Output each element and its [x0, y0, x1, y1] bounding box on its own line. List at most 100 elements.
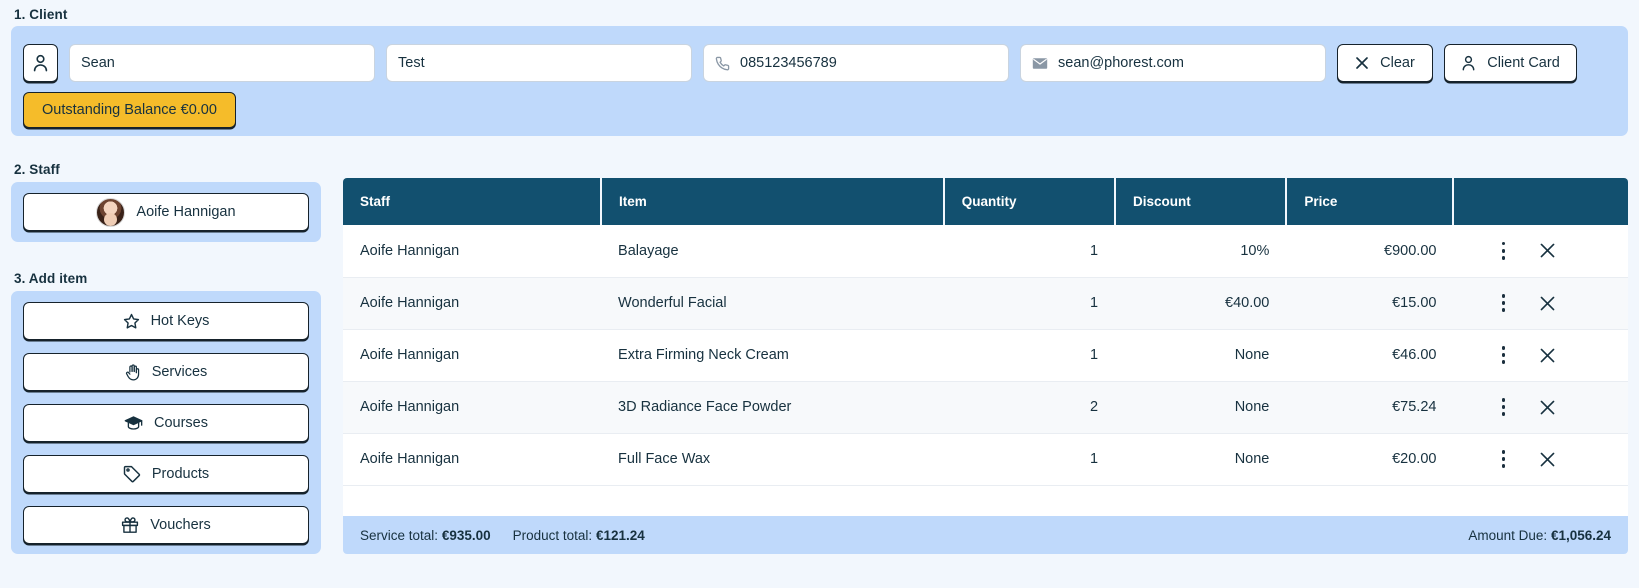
cell-item: 3D Radiance Face Powder [601, 381, 944, 434]
client-fields-row: Sean Test 085123456789 sean@phorest.com … [23, 44, 1577, 82]
service-total: Service total: €935.00 [360, 528, 491, 543]
add-item-button-services[interactable]: Services [23, 353, 309, 391]
amount-due: Amount Due: €1,056.24 [1468, 528, 1611, 543]
clear-button-label: Clear [1380, 55, 1415, 71]
service-total-value: €935.00 [441, 527, 491, 543]
client-last-name-value: Test [398, 55, 425, 71]
client-email-field[interactable]: sean@phorest.com [1020, 44, 1326, 82]
cell-staff: Aoife Hannigan [343, 329, 602, 382]
client-first-name-value: Sean [81, 55, 115, 71]
table-row[interactable]: Aoife Hannigan 3D Radiance Face Powder 2… [343, 381, 1628, 434]
outstanding-balance-button[interactable]: Outstanding Balance €0.00 [23, 92, 236, 128]
cell-price: €46.00 [1286, 329, 1454, 382]
cell-actions [1453, 381, 1628, 434]
client-section-label: 1. Client [14, 7, 68, 22]
remove-row-icon[interactable] [1539, 399, 1556, 416]
table-row[interactable]: Aoife Hannigan Full Face Wax 1 None €20.… [343, 433, 1628, 486]
add-item-button-courses[interactable]: Courses [23, 404, 309, 442]
person-icon [1461, 55, 1476, 72]
add-item-button-hot-keys[interactable]: Hot Keys [23, 302, 309, 340]
client-phone-value: 085123456789 [740, 55, 837, 71]
remove-row-icon[interactable] [1539, 347, 1556, 364]
cell-quantity: 2 [943, 381, 1116, 434]
remove-row-icon[interactable] [1539, 242, 1556, 259]
product-total-value: €121.24 [595, 527, 645, 543]
table-row[interactable]: Aoife Hannigan Extra Firming Neck Cream … [343, 329, 1628, 382]
client-card-button[interactable]: Client Card [1444, 44, 1577, 82]
table-row[interactable]: Aoife Hannigan Balayage 1 10% €900.00 [343, 225, 1628, 278]
add-item-button-label: Courses [154, 415, 208, 431]
add-item-button-label: Products [151, 466, 210, 482]
cell-quantity: 1 [943, 277, 1116, 330]
tag-icon [123, 465, 141, 483]
cell-quantity: 1 [943, 329, 1116, 382]
close-icon [1355, 56, 1369, 70]
add-item-section-label: 3. Add item [14, 271, 88, 286]
table-header-row: Staff Item Quantity Discount Price [343, 178, 1628, 225]
person-icon [32, 54, 49, 73]
product-total-label: Product total: [512, 527, 593, 543]
service-total-label: Service total: [360, 527, 439, 543]
hand-icon [125, 363, 141, 381]
sale-items-table: Staff Item Quantity Discount Price Aoife… [343, 178, 1628, 554]
client-card-button-label: Client Card [1487, 55, 1560, 71]
totals-footer: Service total: €935.00 Product total: €1… [343, 516, 1628, 554]
cell-item: Extra Firming Neck Cream [601, 329, 944, 382]
gift-icon [121, 516, 139, 534]
phone-icon [715, 56, 730, 71]
column-header-actions [1453, 178, 1628, 225]
client-first-name-field[interactable]: Sean [69, 44, 375, 82]
cell-discount: None [1115, 381, 1287, 434]
client-email-value: sean@phorest.com [1058, 55, 1184, 71]
cell-price: €900.00 [1286, 225, 1454, 278]
cell-discount: None [1115, 433, 1287, 486]
client-panel: Sean Test 085123456789 sean@phorest.com … [11, 26, 1628, 136]
client-avatar-button[interactable] [23, 44, 58, 82]
column-header-item: Item [601, 178, 945, 225]
product-total: Product total: €121.24 [513, 528, 645, 543]
row-menu-icon[interactable] [1494, 344, 1512, 366]
cell-actions [1453, 329, 1628, 382]
cell-discount: None [1115, 329, 1287, 382]
cell-discount: 10% [1115, 225, 1287, 278]
client-phone-field[interactable]: 085123456789 [703, 44, 1009, 82]
add-item-button-label: Services [151, 364, 208, 380]
cell-price: €75.24 [1286, 381, 1454, 434]
table-row[interactable]: Aoife Hannigan Wonderful Facial 1 €40.00… [343, 277, 1628, 330]
cell-price: €20.00 [1286, 433, 1454, 486]
staff-section-label: 2. Staff [14, 162, 60, 177]
client-last-name-field[interactable]: Test [386, 44, 692, 82]
row-menu-icon[interactable] [1494, 292, 1512, 314]
amount-due-value: €1,056.24 [1550, 527, 1611, 543]
cell-actions [1453, 277, 1628, 330]
column-header-quantity: Quantity [943, 178, 1117, 225]
table-empty-space [343, 485, 1628, 516]
add-item-button-label: Hot Keys [150, 313, 210, 329]
cell-actions [1453, 433, 1628, 486]
cell-actions [1453, 225, 1628, 278]
outstanding-balance-label: Outstanding Balance €0.00 [42, 102, 217, 118]
column-header-discount: Discount [1115, 178, 1288, 225]
pos-sale-screen: 1. Client Sean Test 085123456789 sean@ph… [0, 0, 1639, 588]
add-item-button-vouchers[interactable]: Vouchers [23, 506, 309, 544]
row-menu-icon[interactable] [1494, 396, 1512, 418]
envelope-icon [1032, 57, 1048, 70]
column-header-price: Price [1286, 178, 1455, 225]
cell-staff: Aoife Hannigan [343, 433, 602, 486]
clear-button[interactable]: Clear [1337, 44, 1433, 82]
cell-quantity: 1 [943, 225, 1116, 278]
remove-row-icon[interactable] [1539, 451, 1556, 468]
staff-selector-aoife-hannigan[interactable]: Aoife Hannigan [23, 193, 309, 231]
cell-staff: Aoife Hannigan [343, 381, 602, 434]
amount-due-label: Amount Due: [1468, 527, 1548, 543]
cell-staff: Aoife Hannigan [343, 225, 602, 278]
remove-row-icon[interactable] [1539, 295, 1556, 312]
column-header-staff: Staff [343, 178, 603, 225]
staff-panel: Aoife Hannigan [11, 182, 321, 242]
row-menu-icon[interactable] [1494, 448, 1512, 470]
cell-item: Full Face Wax [601, 433, 944, 486]
add-item-button-products[interactable]: Products [23, 455, 309, 493]
cell-item: Balayage [601, 225, 944, 278]
add-item-panel: Hot Keys Services Courses Products Vouch… [11, 291, 321, 554]
row-menu-icon[interactable] [1494, 240, 1512, 262]
